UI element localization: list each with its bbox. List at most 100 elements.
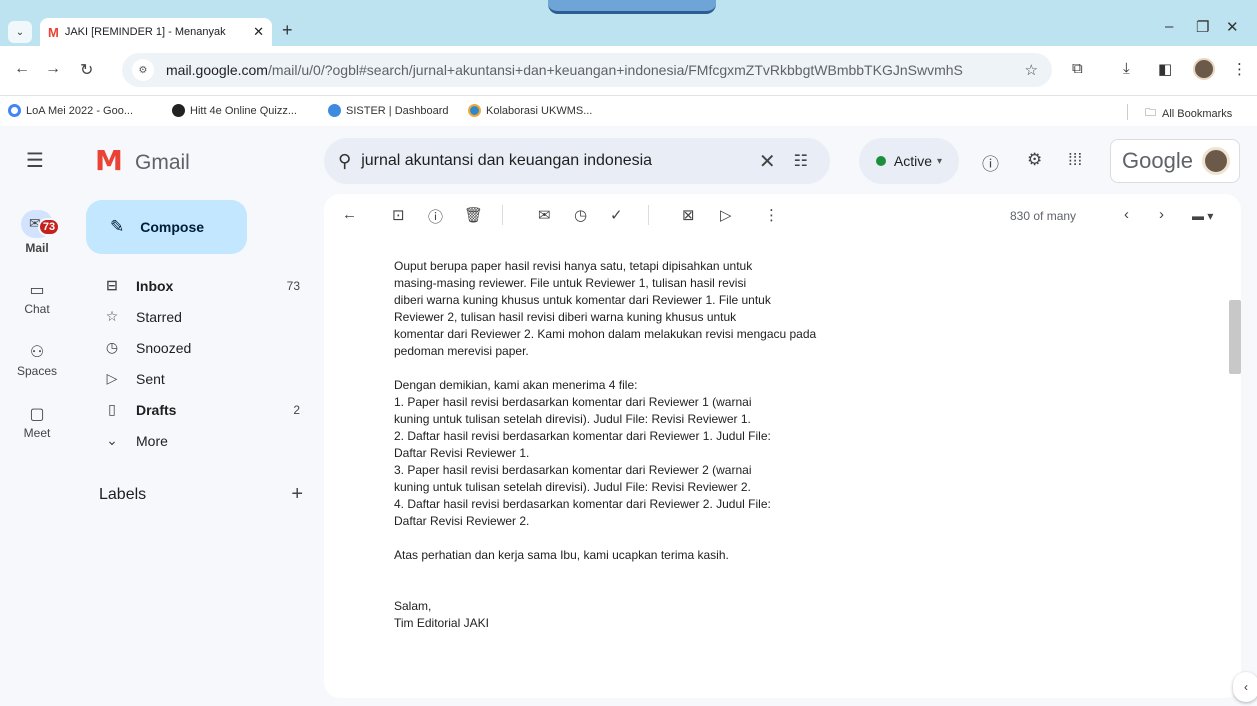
- message-line: diberi warna kuning khusus untuk komenta…: [394, 293, 771, 307]
- new-tab-icon[interactable]: +: [282, 20, 293, 41]
- nav-label: Sent: [136, 370, 165, 387]
- snooze-icon[interactable]: ◷: [574, 206, 587, 224]
- google-account-button[interactable]: Google: [1110, 139, 1240, 183]
- older-icon[interactable]: ›: [1159, 206, 1164, 223]
- active-status-dot: [875, 156, 886, 166]
- back-to-search-icon[interactable]: ←: [342, 206, 357, 223]
- rail-meet[interactable]: ▢ Meet: [0, 404, 74, 440]
- google-label: Google: [1122, 148, 1193, 173]
- bookmark-item[interactable]: LoA Mei 2022 - Goo...: [8, 104, 133, 117]
- show-side-panel-icon[interactable]: ‹: [1233, 672, 1257, 702]
- status-button[interactable]: Active ▾: [859, 138, 959, 184]
- apps-grid-icon[interactable]: ⁞⁞⁞: [1068, 150, 1082, 170]
- nav-item-more[interactable]: ⌄ More: [86, 425, 316, 456]
- message-body: Ouput berupa paper hasil revisi hanya sa…: [394, 258, 864, 632]
- nav-item-snoozed[interactable]: ◷ Snoozed: [86, 332, 316, 363]
- url-host: mail.google.com: [166, 62, 268, 78]
- rail-spaces[interactable]: ⚇ Spaces: [0, 342, 74, 378]
- nav-item-starred[interactable]: ☆ Starred: [86, 301, 316, 332]
- nav-item-inbox[interactable]: ⊟ Inbox 73: [86, 270, 316, 301]
- site-settings-icon[interactable]: ⚙: [132, 59, 154, 81]
- browser-tab[interactable]: M JAKI [REMINDER 1] - Menanyak ✕: [40, 18, 272, 46]
- message-line: [394, 530, 864, 547]
- message-line: kuning untuk tulisan setelah direvisi). …: [394, 480, 751, 494]
- message-toolbar: ← ⊡ ⓘ 🗑 ✉ ◷ ✓ ⊠ ▷ ⋮ 830 of many ‹ › ▬ ▾: [324, 194, 1241, 238]
- bookmark-item[interactable]: Hitt 4e Online Quizz...: [172, 104, 297, 117]
- profile-avatar-icon[interactable]: [1193, 58, 1215, 80]
- all-bookmarks-button[interactable]: 🗀 All Bookmarks: [1145, 104, 1232, 123]
- back-icon[interactable]: ←: [14, 60, 30, 78]
- browser-tabstrip: ⌄ M JAKI [REMINDER 1] - Menanyak ✕ + – ❐…: [0, 0, 1257, 46]
- meet-icon: ▢: [29, 406, 45, 423]
- close-window-icon[interactable]: ✕: [1226, 18, 1239, 36]
- newer-icon[interactable]: ‹: [1124, 206, 1129, 223]
- minimize-icon[interactable]: –: [1165, 18, 1173, 35]
- labels-section: Labels +: [99, 483, 303, 506]
- archive-icon[interactable]: ⊡: [392, 206, 405, 224]
- message-line: Salam,: [394, 599, 432, 613]
- nav-item-drafts[interactable]: ▯ Drafts 2: [86, 394, 316, 425]
- add-label-icon[interactable]: +: [291, 483, 303, 506]
- settings-gear-icon[interactable]: ⚙: [1027, 150, 1042, 170]
- report-spam-icon[interactable]: ⓘ: [428, 206, 443, 227]
- address-bar[interactable]: ⚙ mail.google.com/mail/u/0/?ogbl#search/…: [122, 53, 1052, 87]
- search-input[interactable]: jurnal akuntansi dan keuangan indonesia: [361, 152, 759, 170]
- download-icon[interactable]: ⤓: [1123, 60, 1130, 77]
- message-line: 2. Daftar hasil revisi berdasarkan komen…: [394, 429, 771, 443]
- star-icon: ☆: [105, 308, 119, 324]
- tab-close-icon[interactable]: ✕: [253, 24, 264, 40]
- label-icon[interactable]: ▷: [720, 206, 732, 224]
- bookmark-star-icon[interactable]: ☆: [1025, 61, 1038, 79]
- rail-spaces-label: Spaces: [16, 364, 58, 378]
- add-task-icon[interactable]: ✓: [610, 206, 623, 224]
- browser-menu-icon[interactable]: ⋮: [1232, 60, 1247, 78]
- nav-label: Snoozed: [136, 339, 192, 356]
- message-line: pedoman merevisi paper.: [394, 344, 529, 358]
- bookmark-label: LoA Mei 2022 - Goo...: [26, 104, 134, 117]
- account-avatar-icon: [1201, 147, 1230, 175]
- forward-icon[interactable]: →: [45, 60, 61, 78]
- more-options-icon[interactable]: ⋮: [764, 206, 779, 224]
- mark-unread-icon[interactable]: ✉: [538, 206, 551, 224]
- rail-chat[interactable]: ▭ Chat: [0, 280, 74, 316]
- restore-icon[interactable]: ❐: [1196, 18, 1209, 36]
- support-icon[interactable]: ⓘ: [982, 150, 999, 175]
- delete-icon[interactable]: 🗑: [464, 206, 483, 224]
- draft-icon: ▯: [108, 401, 116, 417]
- bookmark-item[interactable]: Kolaborasi UKWMS...: [468, 104, 592, 117]
- message-line: Reviewer 2, tulisan hasil revisi diberi …: [394, 310, 737, 324]
- tab-search-button[interactable]: ⌄: [8, 21, 32, 43]
- bookmark-item[interactable]: SISTER | Dashboard: [328, 104, 449, 117]
- rail-mail[interactable]: ✉ 73 Mail: [0, 210, 74, 255]
- message-pane: ← ⊡ ⓘ 🗑 ✉ ◷ ✓ ⊠ ▷ ⋮ 830 of many ‹ › ▬ ▾ …: [324, 194, 1241, 698]
- rail-mail-label: Mail: [25, 241, 49, 255]
- google-icon: [8, 104, 21, 117]
- extensions-icon[interactable]: ⧉: [1072, 60, 1083, 77]
- nav-label: Inbox: [136, 277, 174, 294]
- search-options-icon[interactable]: ☷: [794, 151, 808, 171]
- tab-title: JAKI [REMINDER 1] - Menanyak: [64, 26, 226, 38]
- move-to-icon[interactable]: ⊠: [682, 206, 695, 224]
- clear-search-icon[interactable]: ✕: [759, 149, 776, 174]
- url-path: /mail/u/0/?ogbl#search/jurnal+akuntansi+…: [267, 62, 963, 78]
- side-panel-icon[interactable]: ◧: [1158, 60, 1172, 78]
- window-drag-indicator: [548, 0, 716, 14]
- chat-icon: ▭: [29, 282, 45, 299]
- inbox-icon: ⊟: [106, 277, 118, 293]
- inbox-count: 73: [286, 278, 300, 293]
- nav-item-sent[interactable]: ▷ Sent: [86, 363, 316, 394]
- rail-chat-label: Chat: [24, 302, 50, 316]
- reload-icon[interactable]: ↻: [80, 60, 93, 80]
- scrollbar-thumb[interactable]: [1229, 300, 1241, 374]
- gmail-logo-icon[interactable]: M: [95, 144, 123, 177]
- main-menu-icon[interactable]: ☰: [26, 148, 44, 173]
- nav-label: Drafts: [136, 401, 177, 418]
- search-bar[interactable]: ⚲ jurnal akuntansi dan keuangan indonesi…: [324, 138, 830, 184]
- compose-button[interactable]: ✎ Compose: [86, 200, 247, 254]
- gmail-logo-text: Gmail: [135, 151, 190, 174]
- unread-badge: 73: [38, 218, 60, 236]
- nav-label: Starred: [136, 308, 182, 325]
- message-line: Daftar Revisi Reviewer 2.: [394, 514, 530, 528]
- input-tools-icon[interactable]: ▬ ▾: [1192, 209, 1213, 223]
- search-icon[interactable]: ⚲: [338, 151, 351, 172]
